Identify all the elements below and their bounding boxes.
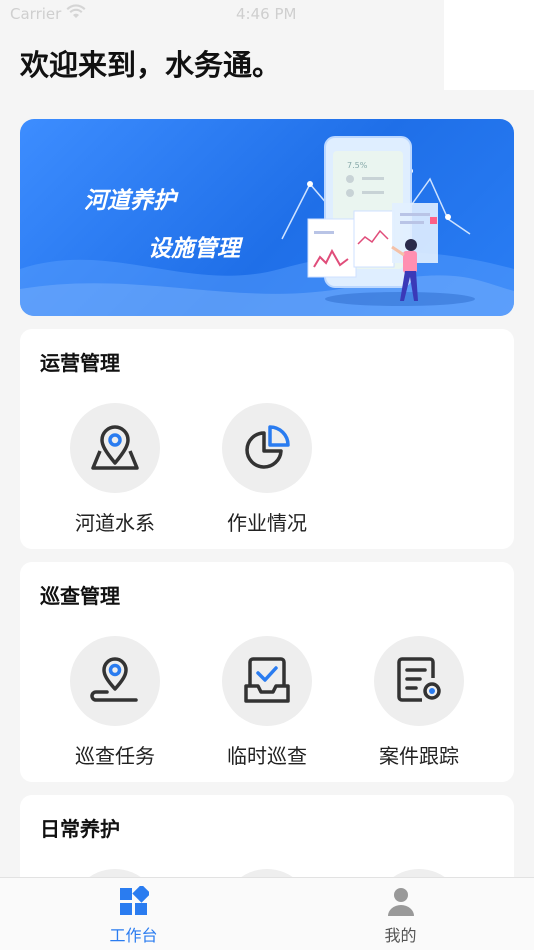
item-label: 河道水系 xyxy=(75,511,155,535)
banner-line-2: 设施管理 xyxy=(148,236,240,262)
map-pin-icon xyxy=(91,425,139,470)
banner-line-1: 河道养护 xyxy=(84,188,176,214)
item-circle xyxy=(70,636,160,726)
inspection-task-item[interactable]: 巡查任务 xyxy=(39,636,191,769)
tab-workbench[interactable]: 工作台 xyxy=(0,884,267,946)
section-title: 巡查管理 xyxy=(40,584,120,608)
item-circle xyxy=(374,636,464,726)
welcome-title: 欢迎来到，水务通。 xyxy=(20,48,282,82)
top-right-panel xyxy=(444,0,534,90)
inbox-check-icon xyxy=(244,657,290,703)
item-circle xyxy=(222,636,312,726)
pie-chart-icon xyxy=(245,425,290,469)
section-operations: 运营管理 河道水系 作业情况 xyxy=(20,329,514,549)
person-icon xyxy=(387,888,414,916)
item-circle xyxy=(70,403,160,493)
banner[interactable]: 7.5% 河道养护 设施管理 xyxy=(20,119,514,316)
tab-label: 工作台 xyxy=(109,926,158,945)
item-circle xyxy=(222,403,312,493)
item-label: 巡查任务 xyxy=(75,744,155,768)
operation-status-item[interactable]: 作业情况 xyxy=(191,403,343,536)
tab-bar: 工作台 我的 xyxy=(0,877,534,950)
wifi-icon xyxy=(66,4,86,24)
status-time: 4:46 PM xyxy=(236,5,297,23)
tab-mine[interactable]: 我的 xyxy=(267,886,534,946)
banner-illustration: 7.5% xyxy=(20,136,514,316)
tab-label: 我的 xyxy=(384,926,417,945)
temporary-inspection-item[interactable]: 临时巡查 xyxy=(191,636,343,769)
svg-text:7.5%: 7.5% xyxy=(347,161,368,170)
item-label: 作业情况 xyxy=(227,511,307,535)
case-tracking-item[interactable]: 案件跟踪 xyxy=(343,636,495,769)
document-track-icon xyxy=(397,657,441,702)
route-pin-icon xyxy=(90,657,138,702)
item-label: 临时巡查 xyxy=(227,744,307,768)
item-label: 案件跟踪 xyxy=(379,744,459,768)
section-title: 运营管理 xyxy=(40,351,120,375)
section-inspection: 巡查管理 巡查任务 临时巡查 案件跟踪 xyxy=(20,562,514,782)
carrier-label: Carrier xyxy=(10,5,62,23)
river-system-item[interactable]: 河道水系 xyxy=(39,403,191,536)
section-title: 日常养护 xyxy=(40,817,120,841)
grid-icon xyxy=(119,884,151,915)
